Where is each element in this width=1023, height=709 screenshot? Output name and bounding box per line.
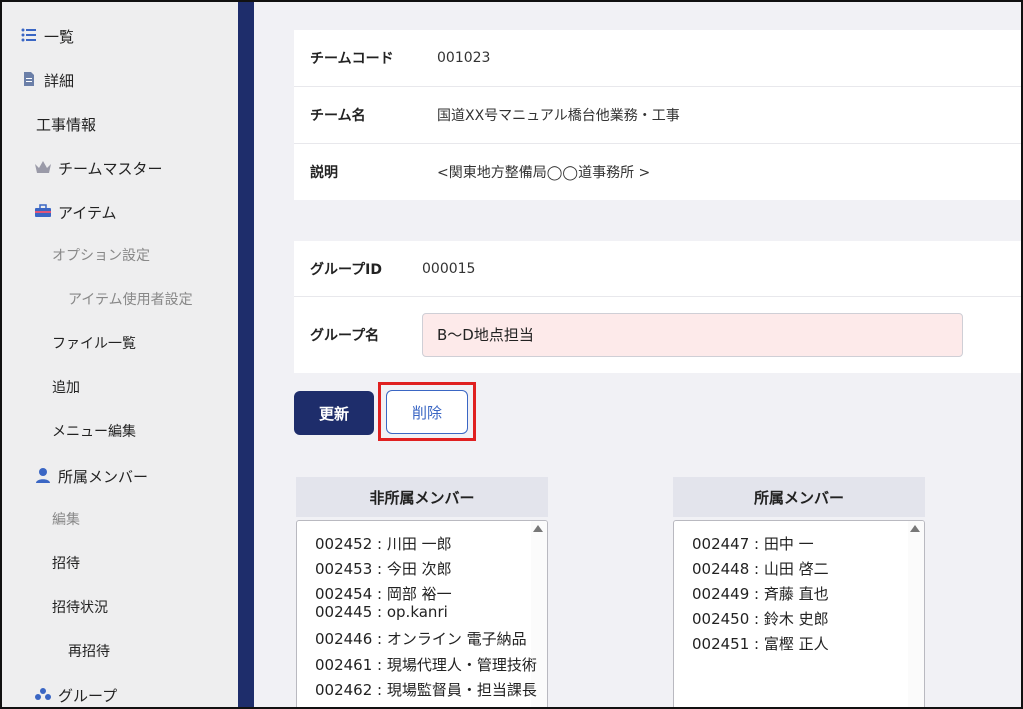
sidebar-item-edit[interactable]: 編集: [52, 509, 80, 529]
document-icon: [20, 71, 38, 91]
toolbox-icon: [34, 203, 52, 222]
sidebar-item-file-list[interactable]: ファイル一覧: [52, 333, 136, 353]
list-item[interactable]: 002448 : 山田 啓二: [692, 558, 829, 579]
team-code-value: 001023: [437, 50, 491, 66]
sidebar: 一覧 詳細 工事情報 チームマスター アイテム オプション設定 アイテム使用者設…: [2, 2, 238, 707]
list-item[interactable]: 002451 : 富樫 正人: [692, 633, 829, 654]
sidebar-item-label: 工事情報: [36, 116, 97, 134]
sidebar-item-members[interactable]: 所属メンバー: [34, 466, 148, 487]
list-item[interactable]: 002462 : 現場監督員・担当課長: [315, 679, 537, 700]
sidebar-item-team-master[interactable]: チームマスター: [34, 158, 163, 179]
members-header: 所属メンバー: [673, 477, 925, 517]
user-icon: [34, 467, 52, 487]
list-icon: [20, 28, 38, 46]
sidebar-item-list[interactable]: 一覧: [20, 26, 74, 47]
sidebar-item-label: 再招待: [68, 644, 110, 660]
sidebar-item-menu-edit[interactable]: メニュー編集: [52, 421, 136, 441]
team-desc-label: 説明: [310, 165, 338, 181]
scroll-up-icon[interactable]: [910, 525, 920, 532]
sidebar-item-label: オプション設定: [52, 248, 150, 264]
sidebar-item-label: 編集: [52, 512, 80, 528]
sidebar-item-label: 一覧: [44, 28, 75, 46]
sidebar-item-item-user-settings[interactable]: アイテム使用者設定: [68, 289, 193, 309]
sidebar-item-invite[interactable]: 招待: [52, 553, 80, 573]
update-button[interactable]: 更新: [294, 391, 374, 435]
scrollbar[interactable]: [908, 521, 924, 707]
sidebar-item-detail[interactable]: 詳細: [20, 70, 74, 91]
crown-icon: [34, 160, 52, 178]
sidebar-divider: [238, 2, 254, 707]
sidebar-item-reinvite[interactable]: 再招待: [68, 641, 110, 661]
group-name-row: グループ名 B〜D地点担当: [294, 297, 1021, 373]
list-item[interactable]: 002446 : オンライン 電子納品: [315, 628, 527, 649]
sidebar-item-option-settings[interactable]: オプション設定: [52, 245, 150, 265]
team-code-row: チームコード 001023: [294, 30, 1021, 87]
team-name-value: 国道XX号マニュアル橋台他業務・工事: [437, 108, 680, 124]
group-card: グループID 000015 グループ名 B〜D地点担当: [294, 241, 1021, 373]
group-id-label: グループID: [310, 261, 382, 278]
sidebar-item-label: ファイル一覧: [52, 336, 136, 352]
sidebar-item-label: アイテム: [58, 204, 117, 222]
list-item[interactable]: 002461 : 現場代理人・管理技術: [315, 654, 537, 675]
sidebar-item-add[interactable]: 追加: [52, 377, 80, 397]
team-desc-value: <関東地方整備局◯◯道事務所 >: [437, 165, 651, 181]
list-item[interactable]: 002452 : 川田 一郎: [315, 533, 452, 554]
sidebar-item-label: チームマスター: [58, 160, 163, 178]
group-name-label: グループ名: [310, 328, 380, 344]
sidebar-item-label: メニュー編集: [52, 424, 136, 440]
group-name-input[interactable]: B〜D地点担当: [422, 313, 963, 357]
non-members-header: 非所属メンバー: [296, 477, 548, 517]
list-item[interactable]: 002454 : 岡部 裕一: [315, 583, 452, 604]
team-code-label: チームコード: [310, 51, 394, 67]
sidebar-item-label: 招待: [52, 556, 80, 572]
sidebar-item-invite-status[interactable]: 招待状況: [52, 597, 108, 617]
list-item[interactable]: 002449 : 斉藤 直也: [692, 583, 829, 604]
sidebar-item-label: 詳細: [44, 72, 75, 90]
app-window: 一覧 詳細 工事情報 チームマスター アイテム オプション設定 アイテム使用者設…: [0, 0, 1023, 709]
group-id-value: 000015: [422, 260, 476, 277]
members-list[interactable]: 002447 : 田中 一 002448 : 山田 啓二 002449 : 斉藤…: [673, 520, 925, 707]
sidebar-item-item[interactable]: アイテム: [34, 202, 117, 223]
main-content: チームコード 001023 チーム名 国道XX号マニュアル橋台他業務・工事 説明…: [254, 2, 1021, 707]
sidebar-item-group[interactable]: グループ: [34, 685, 117, 706]
group-icon: [34, 687, 52, 705]
delete-button[interactable]: 削除: [386, 390, 468, 434]
list-item[interactable]: 002450 : 鈴木 史郎: [692, 608, 829, 629]
scroll-up-icon[interactable]: [533, 525, 543, 532]
list-item[interactable]: 002447 : 田中 一: [692, 533, 814, 554]
non-members-list[interactable]: 002452 : 川田 一郎 002453 : 今田 次郎 002454 : 岡…: [296, 520, 548, 707]
list-item[interactable]: 002445 : op.kanri: [315, 603, 448, 621]
team-info-card: チームコード 001023 チーム名 国道XX号マニュアル橋台他業務・工事 説明…: [294, 30, 1021, 200]
list-item[interactable]: 002453 : 今田 次郎: [315, 558, 452, 579]
sidebar-item-label: 追加: [52, 380, 80, 396]
sidebar-item-construction-info[interactable]: 工事情報: [36, 114, 96, 135]
sidebar-item-label: 招待状況: [52, 600, 108, 616]
sidebar-item-label: 所属メンバー: [58, 468, 149, 486]
sidebar-item-label: グループ: [58, 687, 118, 705]
team-name-row: チーム名 国道XX号マニュアル橋台他業務・工事: [294, 87, 1021, 144]
team-desc-row: 説明 <関東地方整備局◯◯道事務所 >: [294, 144, 1021, 200]
group-id-row: グループID 000015: [294, 241, 1021, 297]
team-name-label: チーム名: [310, 108, 366, 124]
sidebar-item-label: アイテム使用者設定: [68, 292, 193, 308]
